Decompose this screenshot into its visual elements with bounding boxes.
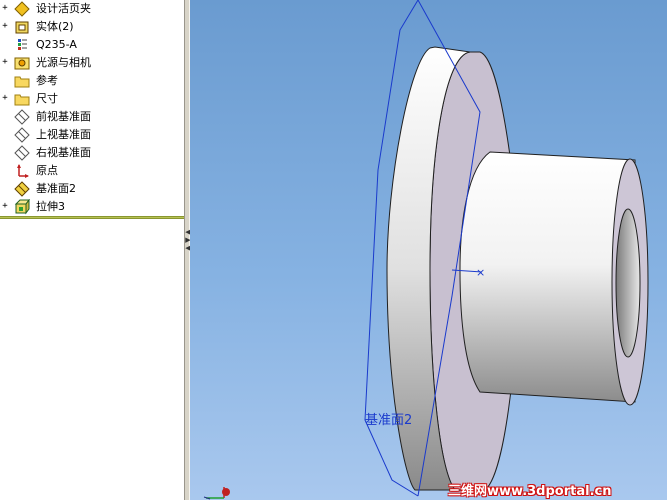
plane-icon: [14, 109, 30, 125]
feature-manager-tree: + 设计活页夹 + 实体(2) Q235-A + 光源与相机 参考 + 尺寸 前…: [0, 0, 184, 500]
graphics-area[interactable]: ×: [190, 0, 667, 500]
plane-selected-icon: [14, 181, 30, 197]
view-triad-icon: [196, 484, 236, 500]
tree-item-extrude3[interactable]: + 拉伸3: [0, 198, 184, 216]
tree-item-right-plane[interactable]: 右视基准面: [0, 144, 184, 162]
tree-item-label: 设计活页夹: [36, 2, 91, 15]
site-watermark: 三维网www.3dportal.cn: [448, 484, 612, 499]
expand-toggle[interactable]: [1, 130, 9, 138]
tree-item-origin[interactable]: 原点: [0, 162, 184, 180]
expand-toggle[interactable]: +: [1, 4, 9, 13]
tree-item-label: 拉伸3: [36, 200, 65, 213]
tree-item-label: 尺寸: [36, 92, 58, 105]
tree-item-solid-bodies[interactable]: + 实体(2): [0, 18, 184, 36]
plane-icon: [14, 127, 30, 143]
boss-cylinder: [459, 151, 636, 403]
tree-item-lights-cameras[interactable]: + 光源与相机: [0, 54, 184, 72]
design-binder-icon: [14, 1, 30, 17]
expand-toggle[interactable]: [1, 184, 9, 192]
part-model: ×: [364, 0, 649, 497]
tree-item-label: 实体(2): [36, 20, 74, 33]
feature-tree-items: + 设计活页夹 + 实体(2) Q235-A + 光源与相机 参考 + 尺寸 前…: [0, 0, 184, 216]
expand-toggle[interactable]: [1, 40, 9, 48]
expand-toggle[interactable]: [1, 76, 9, 84]
extrude-icon: [14, 198, 30, 215]
tree-item-dimensions[interactable]: + 尺寸: [0, 90, 184, 108]
material-icon: [14, 37, 30, 53]
tree-item-top-plane[interactable]: 上视基准面: [0, 126, 184, 144]
expand-toggle[interactable]: [1, 112, 9, 120]
tree-item-material[interactable]: Q235-A: [0, 36, 184, 54]
tree-item-front-plane[interactable]: 前视基准面: [0, 108, 184, 126]
expand-toggle[interactable]: +: [1, 202, 9, 211]
solid-bodies-icon: [14, 19, 30, 35]
tree-item-label: 上视基准面: [36, 128, 91, 141]
bore-hole: [615, 208, 641, 358]
tree-item-label: 光源与相机: [36, 56, 91, 69]
folder-icon: [14, 73, 30, 89]
tree-item-label: 参考: [36, 74, 58, 87]
tree-item-label: 前视基准面: [36, 110, 91, 123]
plane-icon: [14, 145, 30, 161]
plane2-label[interactable]: 基准面2: [365, 409, 412, 428]
tree-item-label: 原点: [36, 164, 58, 177]
folder-icon: [14, 91, 30, 107]
tree-item-label: 右视基准面: [36, 146, 91, 159]
expand-toggle[interactable]: [1, 166, 9, 174]
tree-item-plane2[interactable]: 基准面2: [0, 180, 184, 198]
expand-toggle[interactable]: +: [1, 22, 9, 31]
tree-empty-area: [0, 219, 184, 500]
origin-icon: [14, 163, 30, 179]
expand-toggle[interactable]: +: [1, 58, 9, 67]
svg-text:×: ×: [476, 266, 485, 279]
tree-item-design-binder[interactable]: + 设计活页夹: [0, 0, 184, 18]
tree-item-reference[interactable]: 参考: [0, 72, 184, 90]
tree-item-label: 基准面2: [36, 182, 76, 195]
lights-cameras-icon: [14, 55, 30, 71]
tree-item-label: Q235-A: [36, 38, 77, 51]
expand-toggle[interactable]: +: [1, 94, 9, 103]
expand-toggle[interactable]: [1, 148, 9, 156]
